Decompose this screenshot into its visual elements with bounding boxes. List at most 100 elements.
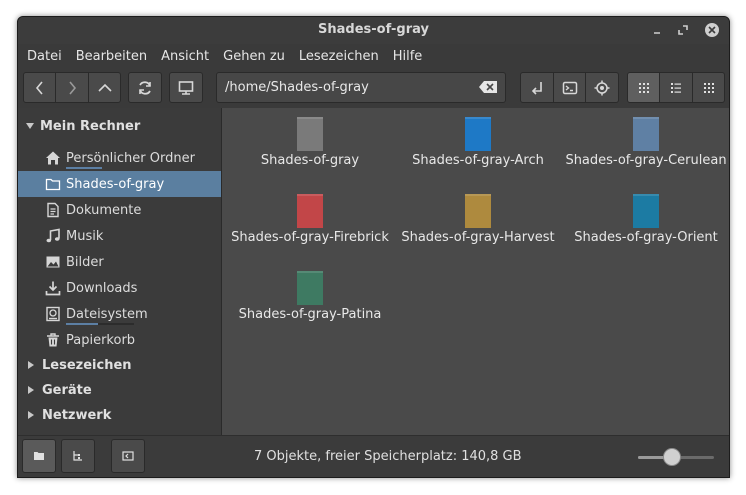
collapsed-icon [28,361,34,369]
folder-icon [297,271,323,305]
menu-lesezeichen[interactable]: Lesezeichen [292,49,386,64]
list-view-button[interactable] [659,72,693,103]
folder-icon [34,452,44,460]
folder-label: Shades-of-gray-Cerulean [565,153,727,168]
folder-label: Shades-of-gray [260,153,360,168]
list-view-icon [671,82,681,93]
maximize-icon [678,25,688,35]
sidebar-item-bilder[interactable]: Bilder [18,249,221,275]
folder-item[interactable]: Shades-of-gray [225,117,395,168]
folder-label: Shades-of-gray-Patina [238,307,382,322]
folder-item[interactable]: Shades-of-gray-Patina [225,271,395,322]
sidebar-toggle-icon [122,451,134,461]
collapsed-icon [28,386,34,394]
folder-icon [633,117,659,151]
collapsed-icon [28,411,34,419]
sidebar-item-label: Dokumente [66,202,142,218]
zoom-slider-knob[interactable] [663,448,682,466]
menu-ansicht[interactable]: Ansicht [154,49,216,64]
sidebar-item-shades-of-gray[interactable]: Shades-of-gray [18,171,221,197]
computer-icon [178,80,194,95]
open-terminal-here-button[interactable] [520,72,554,103]
sidebar-item-musik[interactable]: Musik [18,223,221,249]
section-netzwerk[interactable]: Netzwerk [26,405,111,425]
document-icon [44,201,62,219]
icon-view-icon [638,82,649,93]
locate-icon [594,80,610,95]
folder-label: Shades-of-gray-Firebrick [231,230,389,245]
up-icon [97,83,112,92]
terminal-icon [562,81,577,94]
window-title: Shades-of-gray [318,22,429,37]
sidebar-item-label: Bilder [66,254,104,270]
folder-item[interactable]: Shades-of-gray-Orient [561,194,729,245]
clear-location-icon[interactable] [479,81,497,97]
sidebar: Mein Rechner Persönlicher Ordner Shades-… [18,108,221,435]
file-manager-window: Shades-of-gray Datei Bearbeiten Ansicht … [17,16,730,478]
title-bar[interactable]: Shades-of-gray [18,17,729,44]
menu-datei[interactable]: Datei [20,49,69,64]
home-usage-bar [66,167,102,169]
close-icon [705,23,719,37]
music-icon [44,227,62,245]
download-icon [44,279,62,297]
folder-label: Shades-of-gray-Arch [412,153,544,168]
folder-icon [633,194,659,228]
section-lesezeichen[interactable]: Lesezeichen [26,355,132,375]
drive-icon [44,305,62,323]
tree-icon [73,451,82,461]
folder-icon [465,194,491,228]
compact-view-icon [703,82,714,93]
reload-icon [139,80,151,95]
minimize-button[interactable] [649,22,665,38]
sidebar-item-dokumente[interactable]: Dokumente [18,197,221,223]
sidebar-item-home[interactable]: Persönlicher Ordner [18,145,221,171]
sidebar-item-papierkorb[interactable]: Papierkorb [18,327,221,353]
back-button[interactable] [23,72,56,103]
compact-view-button[interactable] [692,72,725,103]
close-button[interactable] [704,22,720,38]
show-treeview-button[interactable] [61,439,95,473]
sidebar-item-label: Downloads [66,280,138,296]
folder-icon [297,117,323,151]
up-button[interactable] [88,72,121,103]
sidebar-item-label: Papierkorb [66,332,136,348]
folder-item[interactable]: Shades-of-gray-Arch [393,117,563,168]
status-text: 7 Objekte, freier Speicherplatz: 140,8 G… [254,449,522,464]
back-icon [35,80,43,95]
filesystem-usage-bar [66,323,98,325]
menu-bearbeiten[interactable]: Bearbeiten [69,49,154,64]
sidebar-item-label: Musik [66,228,104,244]
toggle-sidebar-button[interactable] [111,439,145,473]
computer-button[interactable] [169,72,203,103]
folder-item[interactable]: Shades-of-gray-Firebrick [225,194,395,245]
open-terminal-icon [531,81,542,95]
home-icon [44,149,62,167]
show-places-button[interactable] [22,439,56,473]
section-mein-rechner[interactable]: Mein Rechner [26,116,140,136]
trash-icon [44,331,62,349]
sidebar-item-downloads[interactable]: Downloads [18,275,221,301]
file-view[interactable]: Shades-of-gray Shades-of-gray-Arch Shade… [222,108,729,435]
minimize-icon [654,32,660,34]
location-path: /home/Shades-of-gray [225,80,369,95]
expanded-icon [26,123,34,129]
location-bar[interactable]: /home/Shades-of-gray [216,72,506,103]
folder-label: Shades-of-gray-Harvest [401,230,555,245]
menu-hilfe[interactable]: Hilfe [386,49,430,64]
menu-gehen-zu[interactable]: Gehen zu [216,49,292,64]
locate-button[interactable] [585,72,619,103]
folder-icon [44,175,62,193]
toolbar: /home/Shades-of-gray [18,68,729,108]
folder-item[interactable]: Shades-of-gray-Cerulean [561,117,729,168]
forward-button[interactable] [55,72,89,103]
sidebar-item-label: Shades-of-gray [66,176,165,192]
maximize-button[interactable] [675,22,691,38]
folder-icon [297,194,323,228]
folder-item[interactable]: Shades-of-gray-Harvest [393,194,563,245]
section-geraete[interactable]: Geräte [26,380,92,400]
reload-button[interactable] [128,72,162,103]
icon-view-button[interactable] [627,72,660,103]
terminal-button[interactable] [553,72,586,103]
sidebar-item-label: Persönlicher Ordner [66,150,195,166]
